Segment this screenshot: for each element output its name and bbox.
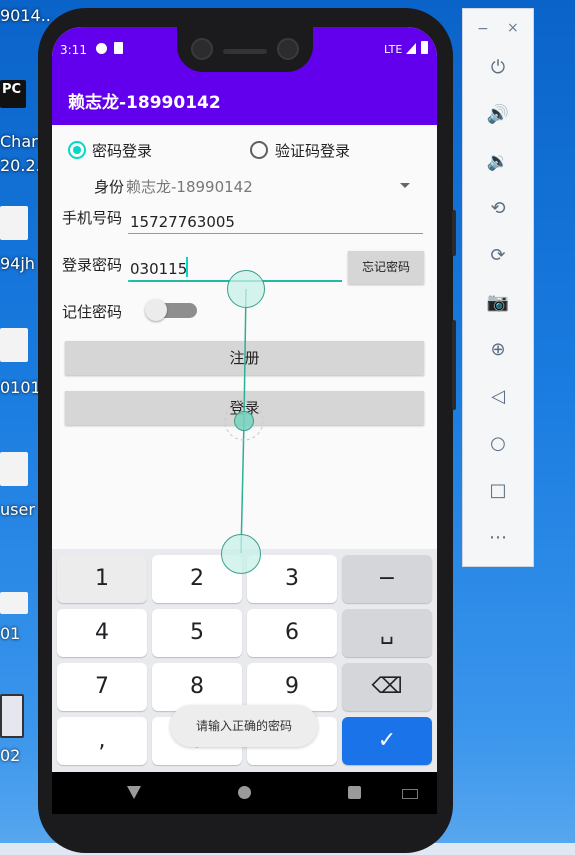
minimize-button[interactable]: − [477, 21, 489, 37]
status-time: 3:11 [60, 43, 87, 57]
phone-input[interactable]: 15727763005 [130, 213, 235, 231]
identity-select[interactable]: 赖志龙-18990142 [126, 176, 253, 197]
identity-label: 身份 [94, 178, 125, 196]
phone-input-underline [128, 233, 423, 234]
rotate-left-icon[interactable]: ⟲ [463, 194, 533, 224]
speaker-grille [223, 49, 267, 54]
desktop-icon-screenshot[interactable] [0, 694, 30, 738]
desktop-icon-folder[interactable] [0, 206, 30, 240]
status-network: LTE [384, 43, 403, 56]
overview-icon[interactable]: □ [463, 476, 533, 506]
key-9[interactable]: 9 [247, 663, 337, 711]
back-icon[interactable]: ◁ [463, 382, 533, 412]
touch-point [227, 270, 265, 308]
power-icon[interactable]: ⏻ [463, 53, 533, 83]
password-input[interactable]: 030115 [130, 260, 187, 278]
app-bar: 赖志龙-18990142 [52, 72, 437, 125]
remember-password-switch[interactable] [145, 299, 197, 321]
image-icon [0, 694, 24, 738]
battery-icon [421, 41, 428, 54]
camera-icon[interactable]: 📷 [463, 288, 533, 318]
phone-label: 手机号码 [62, 209, 123, 227]
toast-message: 请输入正确的密码 [170, 705, 318, 747]
document-icon [0, 592, 28, 614]
code-login-label[interactable]: 验证码登录 [275, 140, 350, 161]
desktop-icon-label[interactable]: 0101 [0, 378, 41, 397]
desktop-icon-label[interactable]: 02 [0, 746, 20, 765]
password-login-label[interactable]: 密码登录 [92, 140, 152, 161]
app-title: 赖志龙-18990142 [68, 93, 221, 113]
key-minus[interactable]: − [342, 555, 432, 603]
key-comma[interactable]: , [57, 717, 147, 765]
desktop-icon-label[interactable]: 9014.. [0, 6, 51, 25]
key-7[interactable]: 7 [57, 663, 147, 711]
desktop-icon-doc[interactable] [0, 592, 30, 614]
switch-thumb [145, 299, 167, 321]
text-cursor [186, 257, 188, 277]
home-icon[interactable]: ○ [463, 429, 533, 459]
volume-down-icon[interactable]: 🔉 [463, 147, 533, 177]
desktop-icon-label[interactable]: 94jh [0, 254, 35, 273]
gear-icon [0, 452, 28, 486]
back-nav-icon[interactable] [127, 786, 141, 799]
done-key[interactable]: ✓ [342, 717, 432, 765]
phone-screen: 3:11 LTE 赖志龙-18990142 密码登录 验证码登录 身份 赖志龙-… [52, 27, 437, 772]
touch-point [221, 534, 261, 574]
desktop-icon-label[interactable]: 01 [0, 624, 20, 643]
backspace-key[interactable]: ⌫ [342, 663, 432, 711]
forgot-password-button[interactable]: 忘记密码 [348, 251, 424, 284]
radio-password-login[interactable] [68, 141, 86, 159]
register-button[interactable]: 注册 [65, 341, 424, 375]
camera-notch [177, 27, 313, 72]
key-5[interactable]: 5 [152, 609, 242, 657]
volume-up-icon[interactable]: 🔊 [463, 100, 533, 130]
desktop-icon-file[interactable] [0, 328, 30, 362]
close-button[interactable]: × [507, 20, 519, 36]
key-8[interactable]: 8 [152, 663, 242, 711]
key-1[interactable]: 1 [57, 555, 147, 603]
password-label: 登录密码 [62, 256, 123, 274]
front-camera-icon [191, 38, 213, 60]
desktop-icon-pycharm[interactable]: PC [0, 80, 30, 108]
touch-point [234, 411, 254, 431]
more-icon[interactable]: ⋯ [463, 523, 533, 553]
recents-nav-icon[interactable] [348, 786, 361, 799]
home-nav-icon[interactable] [238, 786, 251, 799]
key-4[interactable]: 4 [57, 609, 147, 657]
sd-card-icon [114, 42, 123, 54]
desktop-icon-settings[interactable] [0, 452, 30, 486]
phone-side-button [452, 210, 456, 256]
keyboard-switch-icon[interactable] [402, 789, 418, 799]
radio-code-login[interactable] [250, 141, 268, 159]
emulator-controls: − × ⏻ 🔊 🔉 ⟲ ⟳ 📷 ⊕ ◁ ○ □ ⋯ [462, 8, 534, 567]
front-camera-icon [277, 38, 299, 60]
pycharm-icon: PC [0, 80, 26, 108]
space-key[interactable]: ␣ [342, 609, 432, 657]
signal-icon [406, 43, 416, 54]
zoom-icon[interactable]: ⊕ [463, 335, 533, 365]
file-icon [0, 206, 28, 240]
remember-password-label: 记住密码 [62, 303, 123, 321]
file-icon [0, 328, 28, 362]
phone-side-button [452, 320, 456, 410]
rotate-right-icon[interactable]: ⟳ [463, 241, 533, 271]
key-3[interactable]: 3 [247, 555, 337, 603]
key-6[interactable]: 6 [247, 609, 337, 657]
chevron-down-icon[interactable] [400, 183, 410, 188]
desktop-icon-label[interactable]: user [0, 500, 35, 519]
status-notification-icon [96, 43, 107, 54]
navigation-bar [52, 772, 437, 814]
